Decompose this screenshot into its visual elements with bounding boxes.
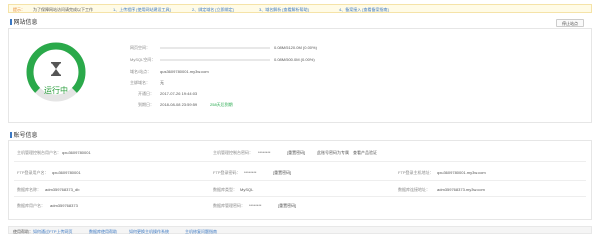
help-link-repair[interactable]: 主机修复问题指南 <box>185 229 217 234</box>
web-space-label: 网页空间： <box>130 45 150 50</box>
main-domain-label: 主绑域名： <box>130 80 150 85</box>
reset-host-pwd-link[interactable]: [重置密码] <box>287 150 305 155</box>
host-user-label: 主机管理控制台用户名： <box>17 150 61 155</box>
help-link-os[interactable]: 如何更换主机操作系统 <box>129 229 169 234</box>
web-space-bar <box>160 46 270 49</box>
account-section-title: 账号信息 <box>10 130 38 139</box>
ftp-host-value: qxu3609780001.my3w.com <box>437 170 486 175</box>
open-date-label: 开通日： <box>138 91 154 96</box>
host-pwd-value: ******** <box>258 150 271 155</box>
domain-value: qus3609780001.my3w.com <box>160 69 209 74</box>
site-status: 运行中 <box>44 86 68 95</box>
help-bar: 使用帮助： 如何通过FTP上传网页 数据库使用帮助 如何更换主机操作系统 主机修… <box>8 226 592 234</box>
help-label: 使用帮助： <box>13 228 33 234</box>
mysql-space-bar <box>160 58 270 61</box>
reset-note: 此账号密码为专属 <box>317 150 349 155</box>
expire-countdown: 258天后到期 <box>210 102 233 107</box>
domain-label: 域名/站点： <box>130 69 152 74</box>
db-type-label: 数据库类型： <box>213 187 237 192</box>
help-link-ftp[interactable]: 如何通过FTP上传网页 <box>33 229 73 234</box>
notice-bar: 提示： 为了保障网站访问请完成以下工作 1、上传程序 [使用网站建设工具] 2、… <box>8 4 592 13</box>
ftp-user-label: FTP登录用户名： <box>17 170 49 175</box>
host-user-value: qxu3609780001 <box>62 150 91 155</box>
reset-db-pwd-link[interactable]: [重置密码] <box>278 203 296 208</box>
reset-ftp-pwd-link[interactable]: [重置密码] <box>273 170 291 175</box>
mysql-space-label: MySQL空间： <box>130 57 156 62</box>
site-panel <box>8 28 592 123</box>
notice-step-upload[interactable]: 1、上传程序 [使用网站建设工具] <box>113 7 171 12</box>
db-name-label: 数据库名称： <box>17 187 41 192</box>
hourglass-icon <box>51 62 61 76</box>
site-section-title: 网站信息 <box>10 17 38 26</box>
title-bar <box>10 132 12 139</box>
mysql-space-value: 0.08M/500.0M (0.00%) <box>274 57 315 62</box>
ftp-pwd-value: ******** <box>244 170 257 175</box>
row-divider <box>14 180 586 181</box>
notice-tag: 提示： <box>13 7 25 12</box>
stop-site-button[interactable]: 停止站点 <box>556 19 584 27</box>
expire-date-value: 2018-08-08 23:59:59 <box>160 102 198 107</box>
db-name-value: adm359768373_db <box>45 187 80 192</box>
db-user-value: adm359768373 <box>50 203 78 208</box>
db-host-value: adm359768373.my3w.com <box>437 187 485 192</box>
notice-step-dns[interactable]: 3、域名解析 [查看解析帮助] <box>259 7 309 12</box>
expire-date-label: 到期日： <box>138 102 154 107</box>
db-user-label: 数据库用户名： <box>17 203 45 208</box>
row-divider <box>14 161 586 162</box>
notice-step-bind-domain[interactable]: 2、绑定域名 [立即绑定] <box>192 7 234 12</box>
reset-note-link[interactable]: 查看产品验证 <box>353 150 377 155</box>
notice-step-icp[interactable]: 4、备案接入 [查看备案指南] <box>339 7 389 12</box>
open-date-value: 2017-07-26 19:44:03 <box>160 91 198 96</box>
ftp-user-value: qxu3609780001 <box>52 170 81 175</box>
main-domain-value: 无 <box>160 80 164 85</box>
db-type-value: MySQL <box>240 187 254 192</box>
ftp-host-label: FTP登录主机地址： <box>398 170 434 175</box>
db-host-label: 数据库连接地址： <box>398 187 430 192</box>
help-link-db[interactable]: 数据库使用帮助 <box>89 229 117 234</box>
ftp-pwd-label: FTP登录密码： <box>213 170 241 175</box>
title-bar <box>10 19 12 26</box>
db-pwd-value: ******** <box>249 203 262 208</box>
web-space-value: 0.08M/5120.0M (0.00%) <box>274 45 317 50</box>
db-pwd-label: 数据库管理密码： <box>213 203 245 208</box>
notice-intro: 为了保障网站访问请完成以下工作 <box>33 7 93 12</box>
row-divider <box>14 196 586 197</box>
host-pwd-label: 主机管理控制台密码： <box>213 150 253 155</box>
